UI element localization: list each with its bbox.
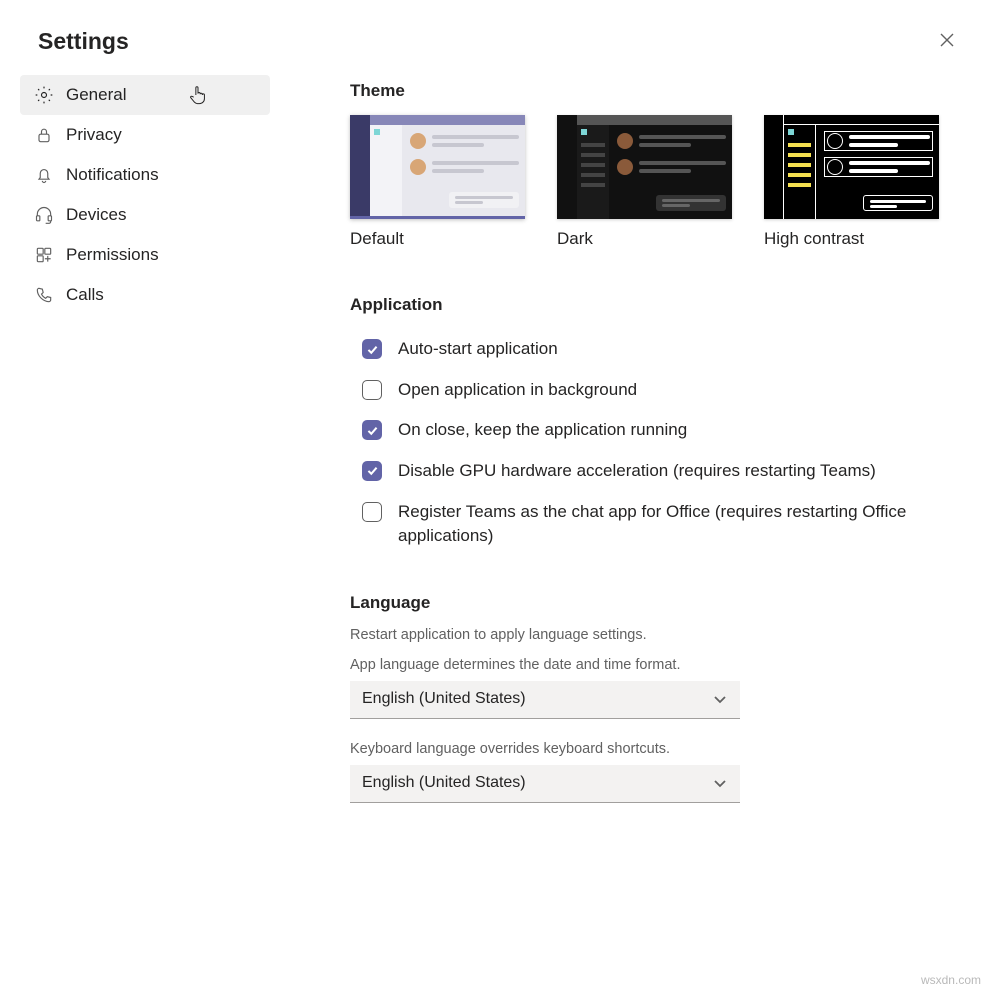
theme-label: Dark xyxy=(557,229,732,249)
sidebar-item-devices[interactable]: Devices xyxy=(20,195,270,235)
checkbox-label: On close, keep the application running xyxy=(398,418,687,443)
close-icon xyxy=(939,32,955,48)
close-button[interactable] xyxy=(939,28,955,51)
check-icon xyxy=(366,424,379,437)
checkbox-keep-running[interactable] xyxy=(362,420,382,440)
keyboard-language-label: Keyboard language overrides keyboard sho… xyxy=(350,741,970,757)
checkbox-label: Open application in background xyxy=(398,378,637,403)
check-icon xyxy=(366,464,379,477)
select-value: English (United States) xyxy=(362,774,526,792)
checkbox-disable-gpu[interactable] xyxy=(362,461,382,481)
sidebar-item-label: Calls xyxy=(66,285,104,305)
theme-thumb-default xyxy=(350,115,525,219)
checkbox-label: Auto-start application xyxy=(398,337,558,362)
theme-section-title: Theme xyxy=(350,81,970,101)
sidebar-item-label: Devices xyxy=(66,205,126,225)
sidebar-item-privacy[interactable]: Privacy xyxy=(20,115,270,155)
app-language-label: App language determines the date and tim… xyxy=(350,657,970,673)
sidebar-item-label: Permissions xyxy=(66,245,159,265)
theme-option-default[interactable]: Default xyxy=(350,115,525,249)
sidebar-item-general[interactable]: General xyxy=(20,75,270,115)
bell-icon xyxy=(34,165,54,185)
checkbox-auto-start[interactable] xyxy=(362,339,382,359)
page-title: Settings xyxy=(38,28,129,55)
sidebar-item-label: General xyxy=(66,85,126,105)
settings-content: Theme Default xyxy=(350,75,970,825)
language-hint: Restart application to apply language se… xyxy=(350,627,970,643)
language-section-title: Language xyxy=(350,593,970,613)
theme-option-high-contrast[interactable]: High contrast xyxy=(764,115,939,249)
theme-option-dark[interactable]: Dark xyxy=(557,115,732,249)
lock-icon xyxy=(34,125,54,145)
sidebar-item-label: Privacy xyxy=(66,125,122,145)
gear-icon xyxy=(34,85,54,105)
sidebar-item-permissions[interactable]: Permissions xyxy=(20,235,270,275)
keyboard-language-select[interactable]: English (United States) xyxy=(350,765,740,803)
sidebar-item-label: Notifications xyxy=(66,165,159,185)
checkbox-label: Register Teams as the chat app for Offic… xyxy=(398,500,970,549)
settings-sidebar: General Privacy Notifications Devices Pe… xyxy=(20,75,270,825)
theme-thumb-high-contrast xyxy=(764,115,939,219)
checkbox-label: Disable GPU hardware acceleration (requi… xyxy=(398,459,876,484)
checkbox-register-chat-app[interactable] xyxy=(362,502,382,522)
theme-thumb-dark xyxy=(557,115,732,219)
cursor-hand-icon xyxy=(188,85,208,105)
theme-label: Default xyxy=(350,229,525,249)
watermark: wsxdn.com xyxy=(921,973,981,987)
headset-icon xyxy=(34,205,54,225)
check-icon xyxy=(366,343,379,356)
application-options: Auto-start application Open application … xyxy=(350,329,970,557)
chevron-down-icon xyxy=(712,691,728,707)
app-language-select[interactable]: English (United States) xyxy=(350,681,740,719)
chevron-down-icon xyxy=(712,775,728,791)
sidebar-item-notifications[interactable]: Notifications xyxy=(20,155,270,195)
application-section-title: Application xyxy=(350,295,970,315)
select-value: English (United States) xyxy=(362,690,526,708)
checkbox-open-background[interactable] xyxy=(362,380,382,400)
phone-icon xyxy=(34,285,54,305)
apps-icon xyxy=(34,245,54,265)
theme-label: High contrast xyxy=(764,229,939,249)
sidebar-item-calls[interactable]: Calls xyxy=(20,275,270,315)
